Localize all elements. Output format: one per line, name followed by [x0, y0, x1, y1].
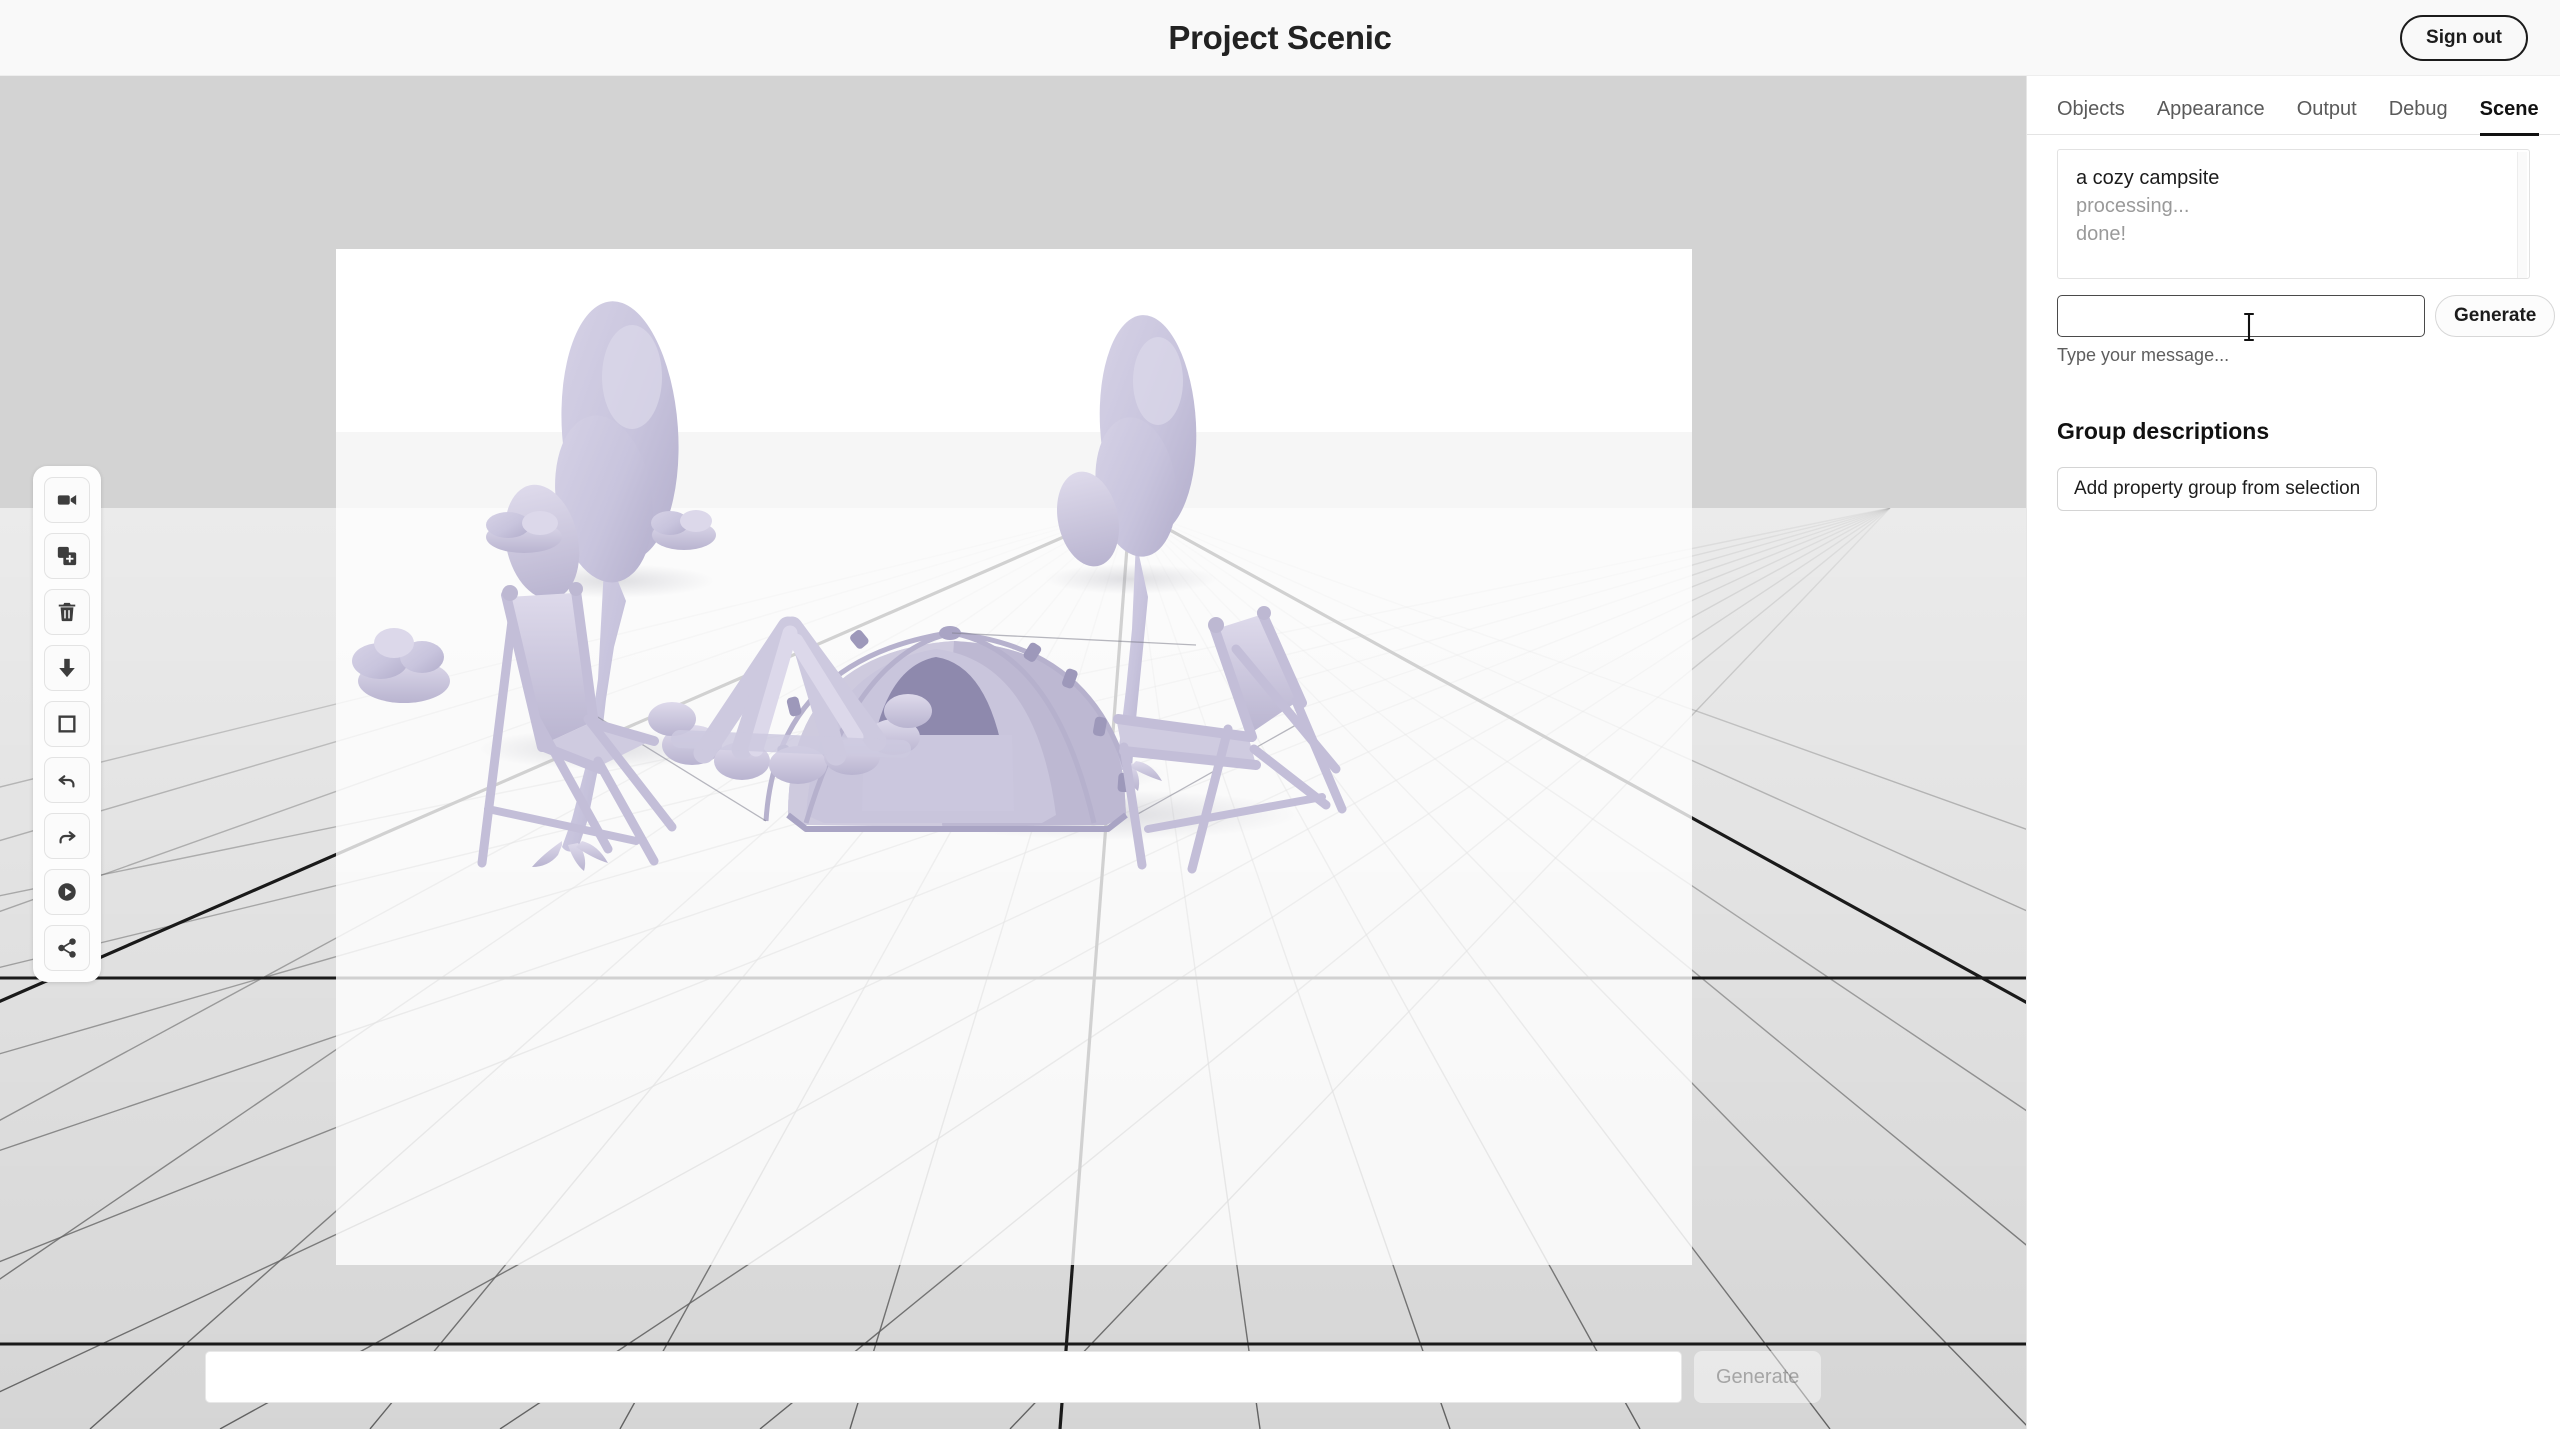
message-input[interactable]: [2057, 295, 2425, 337]
add-property-group-button[interactable]: Add property group from selection: [2057, 467, 2377, 511]
camera-icon[interactable]: [44, 477, 90, 523]
compose-row[interactable]: Generate: [2057, 295, 2530, 337]
viewport-toolbar[interactable]: [33, 466, 101, 982]
log-pile-mid-far[interactable]: [486, 511, 562, 553]
log-pile-left-far[interactable]: [352, 628, 450, 703]
trash-icon[interactable]: [44, 589, 90, 635]
panel-body: a cozy campsite processing... done! Gene…: [2027, 135, 2560, 511]
tab-debug[interactable]: Debug: [2389, 98, 2448, 136]
app-header: Project Scenic Sign out: [0, 0, 2560, 76]
tab-appearance[interactable]: Appearance: [2157, 98, 2265, 136]
chat-log-scrollbar[interactable]: [2517, 152, 2527, 278]
scene-models[interactable]: [336, 249, 1692, 1265]
compose-hint-text: Type your message...: [2057, 345, 2530, 366]
log-pile-right-far[interactable]: [651, 510, 716, 550]
tab-scene[interactable]: Scene: [2480, 98, 2539, 136]
viewport-generate-button[interactable]: Generate: [1694, 1351, 1821, 1403]
play-icon[interactable]: [44, 869, 90, 915]
sign-out-button[interactable]: Sign out: [2400, 15, 2528, 61]
chat-log[interactable]: a cozy campsite processing... done!: [2057, 149, 2530, 279]
page-title: Project Scenic: [0, 0, 2560, 76]
square-icon[interactable]: [44, 701, 90, 747]
right-side-panel: Objects Appearance Output Debug Scene a …: [2026, 76, 2560, 1429]
redo-icon[interactable]: [44, 813, 90, 859]
duplicate-icon[interactable]: [44, 533, 90, 579]
tab-output[interactable]: Output: [2297, 98, 2357, 136]
chat-message-status: processing...: [2076, 192, 2511, 220]
panel-tabs[interactable]: Objects Appearance Output Debug Scene: [2027, 76, 2560, 135]
3d-viewport[interactable]: Generate: [0, 76, 2026, 1429]
group-descriptions-title: Group descriptions: [2057, 418, 2530, 445]
viewport-prompt-bar[interactable]: Generate: [205, 1349, 1825, 1405]
download-icon[interactable]: [44, 645, 90, 691]
panel-generate-button[interactable]: Generate: [2435, 295, 2555, 337]
chat-message-user: a cozy campsite: [2076, 164, 2511, 192]
share-icon[interactable]: [44, 925, 90, 971]
undo-icon[interactable]: [44, 757, 90, 803]
chat-message-done: done!: [2076, 220, 2511, 248]
tab-objects[interactable]: Objects: [2057, 98, 2125, 136]
viewport-prompt-input[interactable]: [205, 1351, 1682, 1403]
